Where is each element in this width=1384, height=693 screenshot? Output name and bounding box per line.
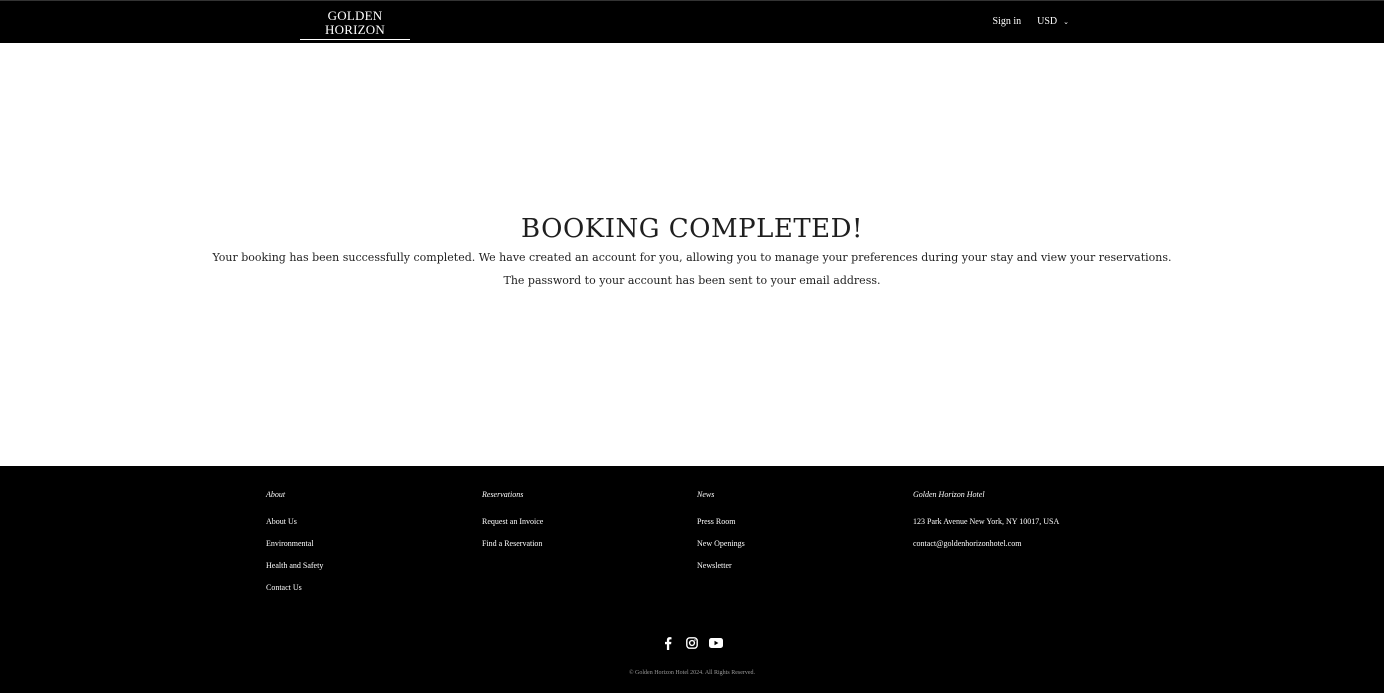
instagram-icon[interactable] xyxy=(685,636,699,650)
youtube-icon[interactable] xyxy=(709,636,723,650)
confirmation-message: Your booking has been successfully compl… xyxy=(212,251,1172,264)
footer-link-new-openings[interactable]: New Openings xyxy=(697,539,745,548)
currency-value: USD xyxy=(1037,16,1058,27)
footer-column-reservations: Reservations Request an Invoice Find a R… xyxy=(482,490,543,561)
page-title: BOOKING COMPLETED! xyxy=(521,214,863,244)
footer-heading-hotel: Golden Horizon Hotel xyxy=(913,490,985,499)
chevron-down-icon: ⌄ xyxy=(1063,18,1069,26)
password-message: The password to your account has been se… xyxy=(503,274,881,287)
footer-link-contact-us[interactable]: Contact Us xyxy=(266,583,323,592)
footer-heading-about: About xyxy=(266,490,286,499)
booking-confirmation: BOOKING COMPLETED! Your booking has been… xyxy=(0,43,1384,466)
footer-link-press-room[interactable]: Press Room xyxy=(697,517,745,526)
hotel-email-link[interactable]: contact@goldenhorizonhotel.com xyxy=(913,539,1059,548)
sign-in-link[interactable]: Sign in xyxy=(992,16,1021,27)
top-navigation-bar: GOLDEN HORIZON NEW YORK Sign in USD ⌄ xyxy=(0,0,1384,53)
copyright-text: © Golden Horizon Hotel 2024. All Rights … xyxy=(628,670,756,676)
currency-selector[interactable]: USD ⌄ xyxy=(1037,16,1069,27)
footer-column-news: News Press Room New Openings Newsletter xyxy=(697,490,745,583)
header-actions: Sign in USD ⌄ xyxy=(992,16,1069,27)
footer-column-about: About About Us Environmental Health and … xyxy=(266,490,323,605)
footer: About About Us Environmental Health and … xyxy=(0,466,1384,693)
logo-name: GOLDEN HORIZON xyxy=(300,9,410,40)
footer-link-environmental[interactable]: Environmental xyxy=(266,539,323,548)
facebook-icon[interactable] xyxy=(661,636,675,650)
footer-link-newsletter[interactable]: Newsletter xyxy=(697,561,745,570)
footer-column-hotel: Golden Horizon Hotel 123 Park Avenue New… xyxy=(913,490,1059,561)
footer-link-health-safety[interactable]: Health and Safety xyxy=(266,561,323,570)
hotel-address: 123 Park Avenue New York, NY 10017, USA xyxy=(913,517,1060,526)
footer-link-request-invoice[interactable]: Request an Invoice xyxy=(482,517,543,526)
footer-link-about-us[interactable]: About Us xyxy=(266,517,323,526)
footer-link-find-reservation[interactable]: Find a Reservation xyxy=(482,539,543,548)
footer-heading-news: News xyxy=(697,490,715,499)
social-links xyxy=(0,636,1384,650)
footer-heading-reservations: Reservations xyxy=(482,490,524,499)
